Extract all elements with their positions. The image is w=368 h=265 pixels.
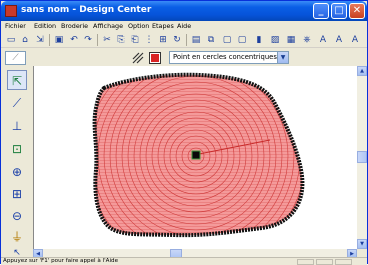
- fill-pattern-select[interactable]: Point en cercles concentriques ▼: [169, 51, 289, 64]
- line-style-button[interactable]: ⟋: [5, 51, 26, 65]
- toolbar-separator: [97, 34, 98, 46]
- vertical-scroll-thumb[interactable]: [357, 151, 367, 163]
- main-toolbar: ▭ ⌂ ⇲ ▣ ↶ ↷ ✂ ⎘ ⎗ ⋮ ⊞ ↻ ▤ ⧉ ▢ ▢ ▮ ▨ ▦ ⎈ …: [1, 32, 367, 48]
- wizard-icon[interactable]: ▨: [269, 34, 281, 46]
- monitor-icon[interactable]: ▢: [221, 34, 233, 46]
- paste-icon[interactable]: ⎗: [129, 34, 141, 46]
- secondary-toolbar: ⟋ Point en cercles concentriques ▼: [1, 48, 367, 66]
- tool-palette: ⇱ ⟋ ⊥ ⊡ ⊕ ⊞ ⊖ ⏚: [1, 66, 33, 254]
- font-c-icon[interactable]: A: [349, 34, 361, 46]
- menu-etapes[interactable]: Etapes: [152, 22, 174, 30]
- status-text: Appuyez sur 'F1' pour faire appel à l'Ai…: [3, 258, 119, 264]
- copy-icon[interactable]: ⎘: [115, 34, 127, 46]
- toolbar-separator: [49, 34, 50, 46]
- chart-icon[interactable]: ▮: [253, 34, 265, 46]
- redo-icon[interactable]: ↷: [82, 34, 94, 46]
- app-icon: [5, 5, 17, 17]
- zoom-fit-icon[interactable]: ⊞: [7, 184, 27, 204]
- status-cell: [335, 259, 352, 265]
- menu-edition[interactable]: Edition: [34, 22, 56, 30]
- monitor-2-icon[interactable]: ▢: [236, 34, 248, 46]
- select-tool-icon[interactable]: ⇱: [7, 70, 27, 90]
- scroll-up-icon[interactable]: ▲: [357, 66, 367, 76]
- embroidery-design: [92, 72, 305, 238]
- design-canvas[interactable]: [33, 66, 357, 249]
- stitch-icon[interactable]: ▦: [285, 34, 297, 46]
- menu-bar: Fichier Edition Broderie Affichage Optio…: [1, 21, 367, 32]
- application-window: sans nom - Design Center _ □ ✕ Fichier E…: [0, 0, 368, 265]
- menu-affichage[interactable]: Affichage: [93, 22, 123, 30]
- rotate-icon[interactable]: ↻: [171, 34, 183, 46]
- toolbar-separator: [186, 34, 187, 46]
- align-icon[interactable]: ⊞: [157, 34, 169, 46]
- fill-tool-icon[interactable]: ⏚: [7, 227, 27, 247]
- status-cell: [297, 259, 314, 265]
- undo-icon[interactable]: ↶: [68, 34, 80, 46]
- layout-icon[interactable]: ⧉: [205, 34, 217, 46]
- pan-tool-icon[interactable]: ⊡: [7, 139, 27, 159]
- vertical-scrollbar[interactable]: ▲ ▼: [357, 66, 367, 249]
- menu-broderie[interactable]: Broderie: [61, 22, 88, 30]
- scroll-down-icon[interactable]: ▼: [357, 239, 367, 249]
- cut-icon[interactable]: ✂: [101, 34, 113, 46]
- save-icon[interactable]: ▣: [53, 34, 65, 46]
- zoom-in-icon[interactable]: ⊕: [7, 162, 27, 182]
- menu-aide[interactable]: Aide: [177, 22, 191, 30]
- font-a-icon[interactable]: A: [317, 34, 329, 46]
- fill-color-swatch[interactable]: [149, 52, 161, 64]
- menu-option[interactable]: Option: [128, 22, 149, 30]
- menu-fichier[interactable]: Fichier: [5, 22, 26, 30]
- preview-icon[interactable]: ⎈: [301, 34, 313, 46]
- new-icon[interactable]: ▭: [5, 34, 17, 46]
- hatch-icon[interactable]: [132, 52, 144, 64]
- import-icon[interactable]: ⇲: [34, 34, 46, 46]
- zoom-out-icon[interactable]: ⊖: [7, 206, 27, 226]
- fill-pattern-value: Point en cercles concentriques: [173, 53, 277, 61]
- maximize-button[interactable]: □: [331, 3, 347, 19]
- status-cell: [316, 259, 333, 265]
- font-b-icon[interactable]: A: [333, 34, 345, 46]
- window-title: sans nom - Design Center: [21, 5, 152, 15]
- close-button[interactable]: ✕: [349, 3, 365, 19]
- title-bar[interactable]: sans nom - Design Center _ □ ✕: [1, 1, 367, 21]
- point-tool-icon[interactable]: ⊥: [7, 116, 27, 136]
- view-icon[interactable]: ▤: [190, 34, 202, 46]
- center-handle: [191, 150, 201, 160]
- grid-icon[interactable]: ⋮: [143, 34, 155, 46]
- chevron-down-icon[interactable]: ▼: [277, 52, 288, 63]
- minimize-button[interactable]: _: [313, 3, 329, 19]
- line-tool-icon[interactable]: ⟋: [7, 93, 27, 113]
- open-icon[interactable]: ⌂: [19, 34, 31, 46]
